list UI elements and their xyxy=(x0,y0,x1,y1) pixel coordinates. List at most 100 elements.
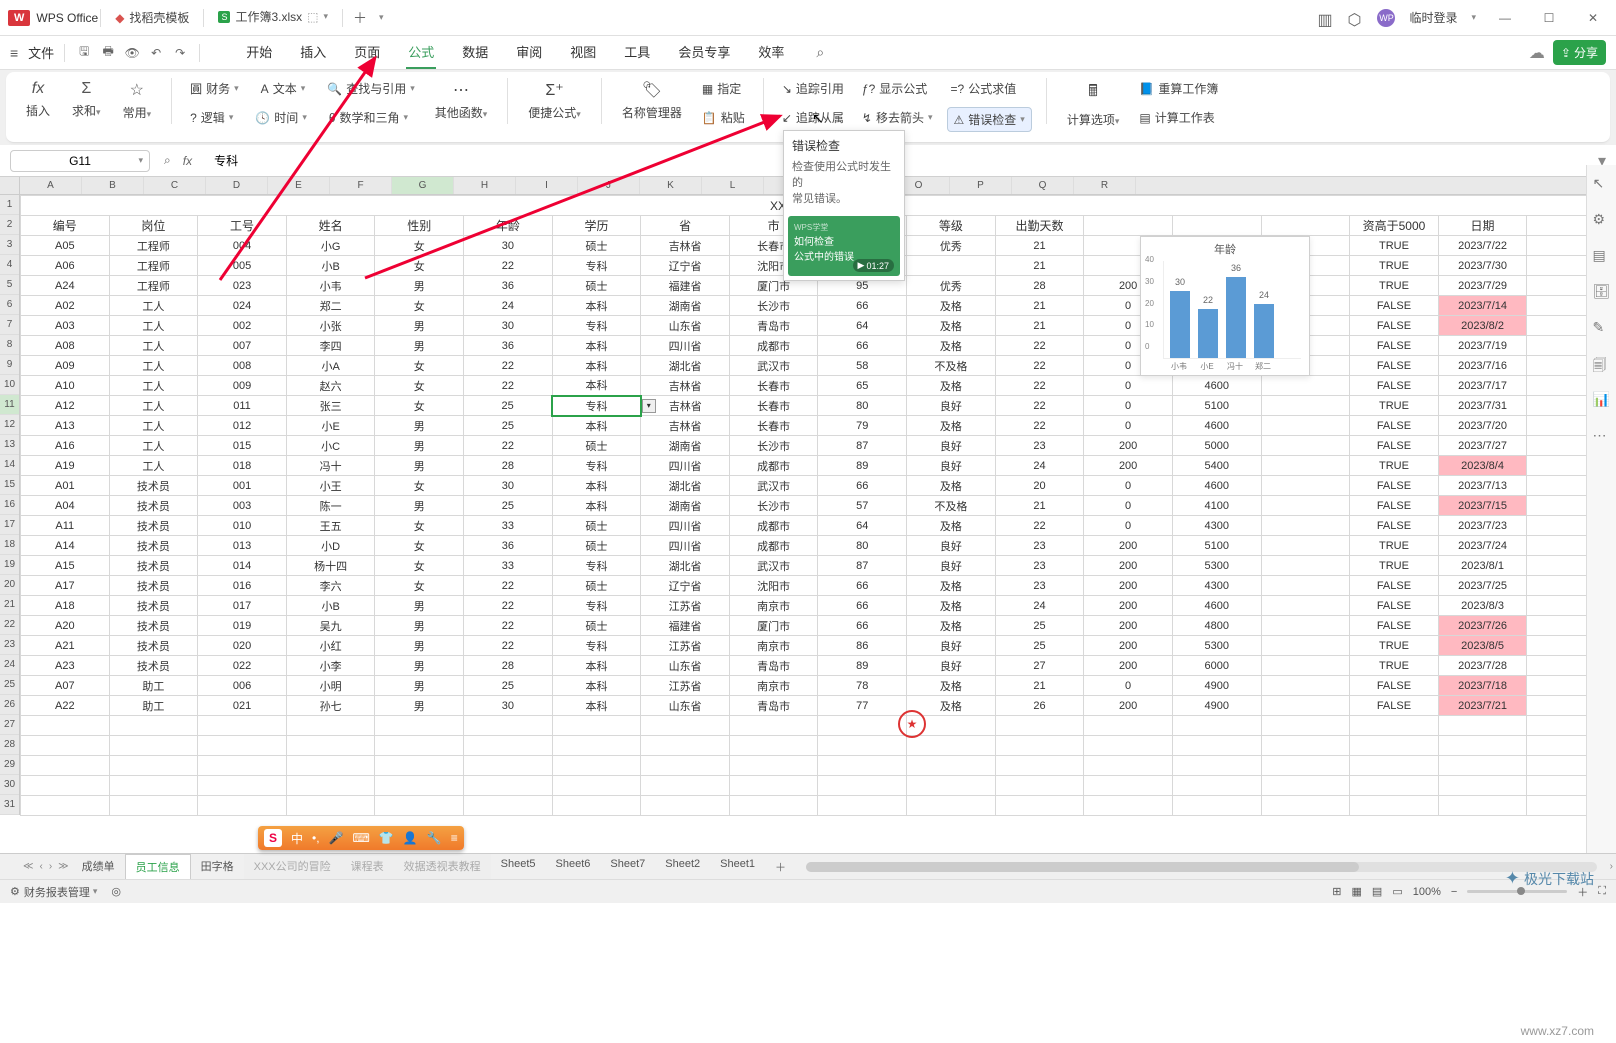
table-cell[interactable]: 武汉市 xyxy=(729,556,818,576)
table-cell[interactable] xyxy=(1261,436,1350,456)
table-cell[interactable]: 4100 xyxy=(1172,496,1261,516)
table-cell[interactable]: 22 xyxy=(464,616,553,636)
table-cell[interactable]: 25 xyxy=(464,676,553,696)
row-header[interactable]: 13 xyxy=(0,435,19,455)
table-cell[interactable]: 女 xyxy=(375,296,464,316)
print-icon[interactable]: 🖶 xyxy=(99,44,117,62)
table-cell[interactable]: 女 xyxy=(375,396,464,416)
table-cell[interactable]: 四川省 xyxy=(641,336,730,356)
table-cell[interactable]: 湖南省 xyxy=(641,496,730,516)
table-cell[interactable] xyxy=(375,756,464,776)
status-circle-icon[interactable]: ◎ xyxy=(111,885,121,898)
row-header[interactable]: 2 xyxy=(0,215,19,235)
table-cell[interactable] xyxy=(1438,736,1527,756)
tooltip-video-card[interactable]: WPS学堂 如何检查 公式中的错误 ▶01:27 xyxy=(788,216,900,276)
sheet-tab[interactable]: 成绩单 xyxy=(72,854,125,879)
table-cell[interactable]: 技术员 xyxy=(109,576,198,596)
finance-button[interactable]: 圓财务▾ xyxy=(186,78,243,99)
table-cell[interactable]: A22 xyxy=(21,696,110,716)
table-cell[interactable]: 工人 xyxy=(109,336,198,356)
table-cell[interactable] xyxy=(641,756,730,776)
table-cell[interactable]: 80 xyxy=(818,536,907,556)
table-cell[interactable]: 湖北省 xyxy=(641,356,730,376)
table-cell[interactable]: 5100 xyxy=(1172,536,1261,556)
table-cell[interactable]: 及格 xyxy=(907,596,996,616)
table-cell[interactable]: 21 xyxy=(995,316,1084,336)
table-cell[interactable]: 200 xyxy=(1084,456,1173,476)
table-cell[interactable]: 陈一 xyxy=(286,496,375,516)
table-cell[interactable]: 四川省 xyxy=(641,456,730,476)
sheet-tab[interactable]: 田字格 xyxy=(191,854,244,879)
zoom-value[interactable]: 100% xyxy=(1413,886,1441,898)
table-cell[interactable] xyxy=(286,776,375,796)
table-cell[interactable] xyxy=(1261,496,1350,516)
table-cell[interactable]: 良好 xyxy=(907,396,996,416)
col-header[interactable]: C xyxy=(144,177,206,194)
table-cell[interactable]: 0 xyxy=(1084,516,1173,536)
table-cell[interactable]: FALSE xyxy=(1350,336,1439,356)
table-cell[interactable]: 65 xyxy=(818,376,907,396)
minimize-button[interactable]: — xyxy=(1490,11,1520,25)
table-cell[interactable]: FALSE xyxy=(1350,676,1439,696)
table-cell[interactable] xyxy=(552,736,641,756)
table-cell[interactable]: 28 xyxy=(995,276,1084,296)
table-cell[interactable]: 及格 xyxy=(907,376,996,396)
table-cell[interactable]: 硕士 xyxy=(552,276,641,296)
table-cell[interactable] xyxy=(641,716,730,736)
table-cell[interactable]: 017 xyxy=(198,596,287,616)
table-cell[interactable]: 专科 xyxy=(552,556,641,576)
table-cell[interactable] xyxy=(995,736,1084,756)
table-cell[interactable]: 002 xyxy=(198,316,287,336)
table-cell[interactable]: 硕士 xyxy=(552,536,641,556)
table-cell[interactable]: 30 xyxy=(464,696,553,716)
sheet-tab[interactable]: XXX公司的冒险 xyxy=(244,854,341,879)
row-header[interactable]: 23 xyxy=(0,635,19,655)
table-cell[interactable]: 013 xyxy=(198,536,287,556)
table-cell[interactable]: 长沙市 xyxy=(729,436,818,456)
table-cell[interactable] xyxy=(1261,716,1350,736)
table-cell[interactable]: 李六 xyxy=(286,576,375,596)
table-cell[interactable]: 21 xyxy=(995,256,1084,276)
table-cell[interactable]: 长沙市 xyxy=(729,496,818,516)
col-header[interactable]: P xyxy=(950,177,1012,194)
table-cell[interactable] xyxy=(729,776,818,796)
show-formula-button[interactable]: ƒ?显示公式 xyxy=(858,78,937,99)
table-cell[interactable]: 本科 xyxy=(552,356,641,376)
logic-button[interactable]: ?逻辑▾ xyxy=(186,107,237,128)
table-cell[interactable]: 良好 xyxy=(907,536,996,556)
table-cell[interactable]: 200 xyxy=(1084,636,1173,656)
table-cell[interactable]: 4900 xyxy=(1172,696,1261,716)
preview-icon[interactable]: 👁 xyxy=(123,44,141,62)
table-cell[interactable]: 33 xyxy=(464,556,553,576)
table-header-cell[interactable] xyxy=(1261,216,1350,236)
table-cell[interactable] xyxy=(375,736,464,756)
table-cell[interactable]: 2023/8/1 xyxy=(1438,556,1527,576)
table-header-cell[interactable]: 省 xyxy=(641,216,730,236)
table-cell[interactable]: A24 xyxy=(21,276,110,296)
table-cell[interactable]: 山东省 xyxy=(641,656,730,676)
table-cell[interactable]: 吉林省 xyxy=(641,416,730,436)
table-cell[interactable]: 及格 xyxy=(907,616,996,636)
table-cell[interactable] xyxy=(1172,736,1261,756)
table-cell[interactable] xyxy=(995,796,1084,816)
table-cell[interactable]: 四川省 xyxy=(641,516,730,536)
table-cell[interactable]: 22 xyxy=(995,376,1084,396)
table-cell[interactable]: A20 xyxy=(21,616,110,636)
table-cell[interactable]: 2023/7/31 xyxy=(1438,396,1527,416)
table-cell[interactable]: 厦门市 xyxy=(729,616,818,636)
table-cell[interactable]: 郑二 xyxy=(286,296,375,316)
table-cell[interactable]: 小张 xyxy=(286,316,375,336)
table-cell[interactable]: 助工 xyxy=(109,696,198,716)
table-cell[interactable] xyxy=(1084,776,1173,796)
table-cell[interactable] xyxy=(1261,796,1350,816)
table-cell[interactable] xyxy=(1261,756,1350,776)
table-cell[interactable]: 武汉市 xyxy=(729,476,818,496)
table-cell[interactable]: 2023/7/23 xyxy=(1438,516,1527,536)
table-cell[interactable]: 张三 xyxy=(286,396,375,416)
menu-tab-7[interactable]: 工具 xyxy=(622,36,652,69)
col-header[interactable]: D xyxy=(206,177,268,194)
table-cell[interactable] xyxy=(286,796,375,816)
table-cell[interactable]: 22 xyxy=(995,396,1084,416)
table-cell[interactable]: A21 xyxy=(21,636,110,656)
table-cell[interactable]: 66 xyxy=(818,476,907,496)
